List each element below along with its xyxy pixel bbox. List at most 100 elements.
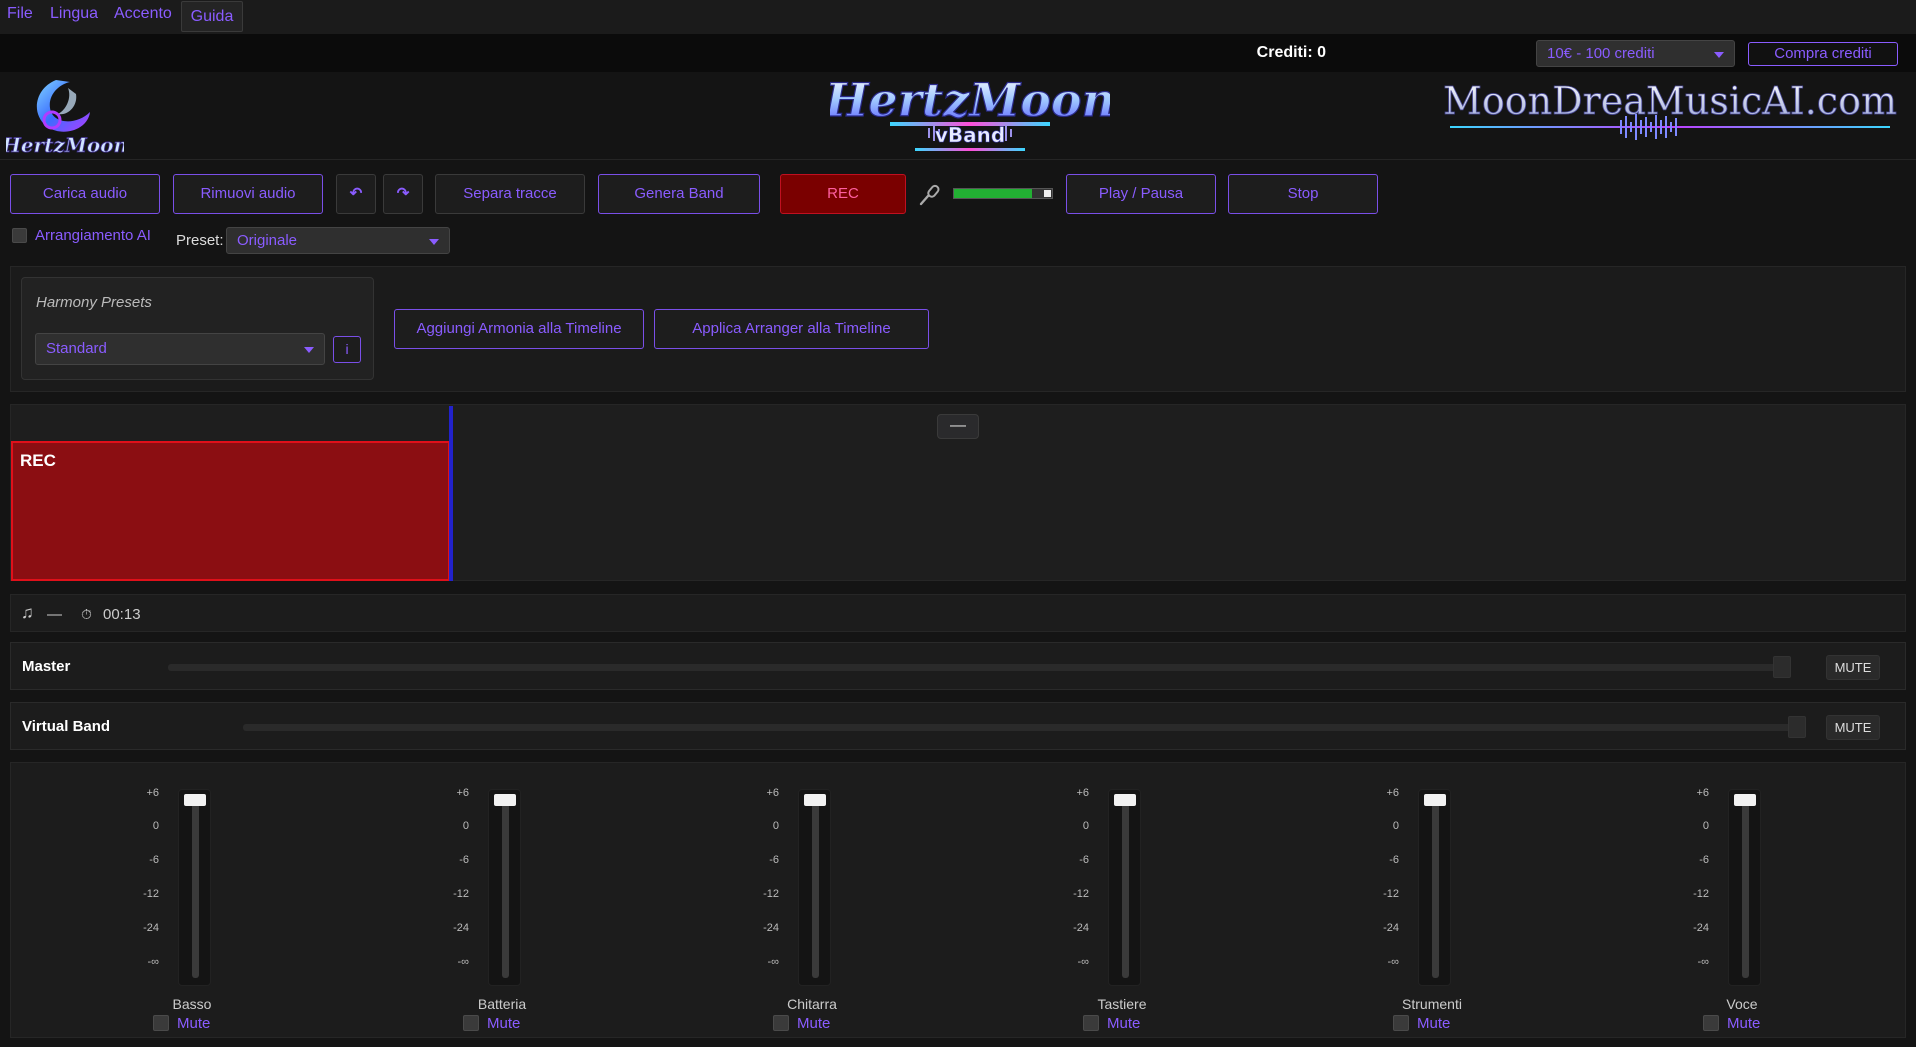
- db-scale-label: 0: [1392, 820, 1399, 832]
- timeline-collapse-button[interactable]: —: [937, 414, 979, 439]
- undo-button[interactable]: ↶: [336, 174, 376, 214]
- mute-checkbox-batteria[interactable]: [463, 1015, 479, 1031]
- virtual-band-row: Virtual Band MUTE: [10, 702, 1906, 750]
- db-scale-label: 0: [462, 820, 469, 832]
- playhead[interactable]: [449, 406, 453, 581]
- play-pause-button[interactable]: Play / Pausa: [1066, 174, 1216, 214]
- separate-tracks-button[interactable]: Separa tracce: [435, 174, 585, 214]
- channel-name-voce: Voce: [1726, 996, 1758, 1012]
- credits-balance: Crediti: 0: [1256, 44, 1326, 61]
- fader-groove: [1432, 800, 1439, 978]
- master-label: Master: [22, 658, 71, 675]
- credits-package-select[interactable]: 10€ - 100 crediti: [1536, 40, 1735, 67]
- mute-checkbox-chitarra[interactable]: [773, 1015, 789, 1031]
- fader-strumenti[interactable]: [1418, 789, 1451, 986]
- preset-select[interactable]: Originale: [226, 227, 450, 254]
- master-volume-slider[interactable]: [168, 656, 1791, 678]
- virtual-band-mute-button[interactable]: MUTE: [1826, 715, 1880, 740]
- logo-small-text: HertzMoon: [6, 133, 124, 157]
- fader-knob[interactable]: [184, 794, 206, 806]
- harmony-info-button[interactable]: i: [333, 336, 361, 363]
- db-scale-label: -∞: [147, 956, 159, 968]
- redo-icon: ↷: [396, 185, 410, 202]
- stop-button[interactable]: Stop: [1228, 174, 1378, 214]
- fader-knob[interactable]: [1424, 794, 1446, 806]
- db-scale-label: 0: [1702, 820, 1709, 832]
- db-scale-label: +6: [766, 787, 779, 799]
- menu-file[interactable]: File: [7, 5, 33, 23]
- db-scale-label: +6: [1386, 787, 1399, 799]
- db-scale-label: -12: [1383, 888, 1399, 900]
- virtual-band-volume-knob[interactable]: [1788, 716, 1806, 738]
- chevron-down-icon: [1714, 52, 1724, 58]
- db-scale-label: -24: [1693, 922, 1709, 934]
- db-scale-label: -6: [1079, 854, 1089, 866]
- fader-tastiere[interactable]: [1108, 789, 1141, 986]
- status-key: —: [47, 606, 62, 623]
- generate-band-button[interactable]: Genera Band: [598, 174, 760, 214]
- fader-knob[interactable]: [1114, 794, 1136, 806]
- master-volume-knob[interactable]: [1773, 656, 1791, 678]
- logo-right-text: MoonDreaMusicAI.com: [1443, 80, 1897, 123]
- mute-checkbox-strumenti[interactable]: [1393, 1015, 1409, 1031]
- channel-name-basso: Basso: [172, 996, 212, 1012]
- fader-groove: [192, 800, 199, 978]
- db-scale-label: 0: [772, 820, 779, 832]
- ai-arrangement-checkbox[interactable]: [12, 228, 27, 243]
- mic-level-knob: [1044, 190, 1051, 197]
- apply-arranger-button[interactable]: Applica Arranger alla Timeline: [654, 309, 929, 349]
- rec-button[interactable]: REC: [780, 174, 906, 214]
- hertzmoon-vband-logo: HertzMoon vBand: [830, 72, 1110, 151]
- preset-label: Preset:: [176, 232, 224, 249]
- microphone-icon: [919, 184, 940, 206]
- credits-bar: Crediti: 0 10€ - 100 crediti Compra cred…: [0, 34, 1916, 72]
- db-scale-label: -∞: [1697, 956, 1709, 968]
- moondreamusicai-logo: MoonDreaMusicAI.com: [1443, 80, 1897, 140]
- rec-clip[interactable]: REC: [11, 441, 450, 581]
- elapsed-time: 00:13: [103, 606, 141, 623]
- fader-voce[interactable]: [1728, 789, 1761, 986]
- db-scale-label: -24: [763, 922, 779, 934]
- menu-accento[interactable]: Accento: [114, 5, 172, 23]
- db-scale-label: -6: [1699, 854, 1709, 866]
- mute-label: Mute: [177, 1015, 211, 1032]
- db-scale-label: -6: [459, 854, 469, 866]
- credits-package-value: 10€ - 100 crediti: [1547, 45, 1655, 62]
- menu-guida[interactable]: Guida: [181, 1, 243, 32]
- harmony-preset-select[interactable]: Standard: [35, 333, 325, 365]
- timer-icon: ⏱: [81, 606, 92, 622]
- buy-credits-button[interactable]: Compra crediti: [1748, 42, 1898, 66]
- virtual-band-volume-slider[interactable]: [243, 716, 1806, 738]
- add-harmony-button[interactable]: Aggiungi Armonia alla Timeline: [394, 309, 644, 349]
- mute-checkbox-voce[interactable]: [1703, 1015, 1719, 1031]
- fader-knob[interactable]: [804, 794, 826, 806]
- db-scale-label: +6: [146, 787, 159, 799]
- remove-audio-button[interactable]: Rimuovi audio: [173, 174, 323, 214]
- redo-button[interactable]: ↷: [383, 174, 423, 214]
- fader-chitarra[interactable]: [798, 789, 831, 986]
- mixer: +6 0 -6 -12 -24 -∞ Basso Mute +6 0 -6 -1…: [10, 762, 1906, 1038]
- mute-label: Mute: [1107, 1015, 1141, 1032]
- mute-label: Mute: [1727, 1015, 1761, 1032]
- db-scale-label: -6: [149, 854, 159, 866]
- fader-basso[interactable]: [178, 789, 211, 986]
- channel-strip-basso: +6 0 -6 -12 -24 -∞ Basso Mute: [11, 763, 321, 1039]
- channel-name-chitarra: Chitarra: [787, 996, 837, 1012]
- menu-lingua[interactable]: Lingua: [50, 5, 98, 23]
- mic-level-meter: [953, 188, 1053, 199]
- mute-checkbox-basso[interactable]: [153, 1015, 169, 1031]
- fader-knob[interactable]: [1734, 794, 1756, 806]
- db-scale-label: -24: [143, 922, 159, 934]
- fader-batteria[interactable]: [488, 789, 521, 986]
- preset-select-value: Originale: [237, 232, 298, 249]
- db-scale-label: -12: [763, 888, 779, 900]
- status-bar: ♫ — ⏱ 00:13: [10, 594, 1906, 632]
- db-scale-label: +6: [456, 787, 469, 799]
- master-mute-button[interactable]: MUTE: [1826, 655, 1880, 680]
- mute-checkbox-tastiere[interactable]: [1083, 1015, 1099, 1031]
- db-scale-label: 0: [1082, 820, 1089, 832]
- fader-knob[interactable]: [494, 794, 516, 806]
- chevron-down-icon: [429, 239, 439, 245]
- virtual-band-label: Virtual Band: [22, 718, 111, 735]
- load-audio-button[interactable]: Carica audio: [10, 174, 160, 214]
